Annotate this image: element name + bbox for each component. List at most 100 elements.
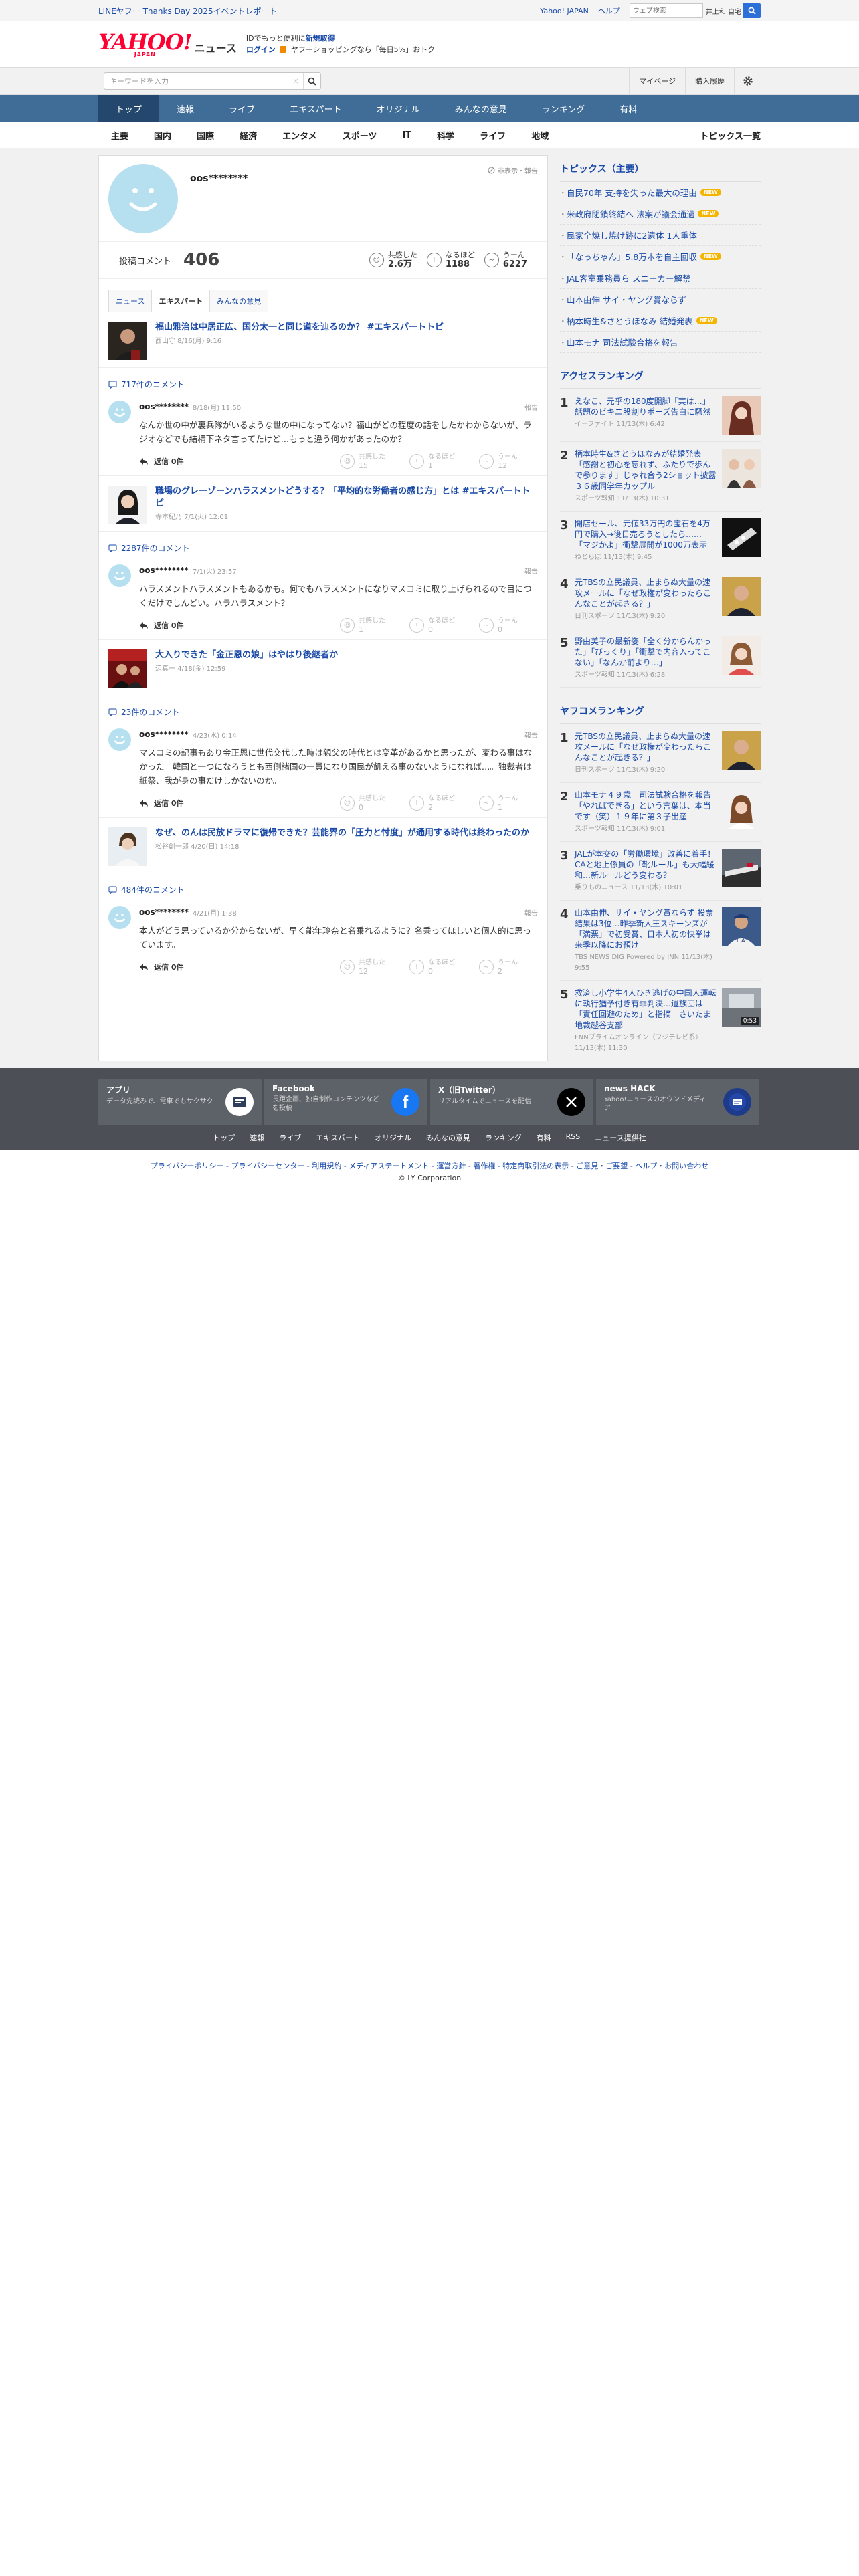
mypage-link[interactable]: マイページ bbox=[629, 68, 685, 94]
legal-link-list[interactable]: プライバシーポリシー - プライバシーセンター - 利用規約 - メディアステー… bbox=[0, 1160, 859, 1172]
settings-button[interactable] bbox=[734, 68, 761, 94]
topic-item[interactable]: 民家全焼し焼け跡に2遺体 1人重体 bbox=[559, 225, 761, 246]
help-link[interactable]: ヘルプ bbox=[598, 5, 620, 16]
footer-x-card[interactable]: X（旧Twitter） リアルタイムでニュースを配信 bbox=[430, 1079, 593, 1125]
comment-count-link[interactable]: 2287件のコメント bbox=[99, 532, 547, 558]
topic-item[interactable]: 自民70年 支持を失った最大の理由NEW bbox=[559, 182, 761, 203]
web-search-input[interactable] bbox=[629, 3, 703, 18]
comment-count-link[interactable]: 23件のコメント bbox=[99, 695, 547, 722]
topic-item[interactable]: JAL客室乗務員ら スニーカー解禁 bbox=[559, 267, 761, 289]
hmm-button[interactable]: ~ うーん 2 bbox=[479, 958, 538, 976]
footer-link-live[interactable]: ライブ bbox=[279, 1132, 301, 1143]
insightful-button[interactable]: ! なるほど 1 bbox=[409, 453, 468, 470]
tab-opinions[interactable]: みんなの意見 bbox=[209, 290, 269, 312]
ranking-item[interactable]: 3 開店セール、元値33万円の宝石を4万円で購入→後日売ろうとしたら……「マジかよ… bbox=[560, 512, 761, 570]
news-search-button[interactable] bbox=[303, 73, 320, 89]
category-it[interactable]: IT bbox=[389, 130, 424, 140]
article-title[interactable]: 職場のグレーゾーンハラスメントどうする？「平均的な労働者の感じ方」とは #エキス… bbox=[155, 486, 538, 510]
ranking-item[interactable]: 5 野由美子の最新姿「全く分からんかった」「びっくり」「衝撃で内容入ってこない」「… bbox=[560, 629, 761, 688]
report-link[interactable]: 報告 bbox=[524, 402, 538, 412]
article-title[interactable]: 福山雅治は中居正広、国分太一と同じ道を辿るのか？ #エキスパートトピ bbox=[155, 322, 444, 334]
category-life[interactable]: ライフ bbox=[467, 129, 518, 142]
footer-link-ranking[interactable]: ランキング bbox=[485, 1132, 522, 1143]
web-search-button[interactable] bbox=[743, 3, 761, 18]
news-search-input[interactable]: キーワードを入力 bbox=[104, 76, 292, 86]
event-promo-link[interactable]: LINEヤフー Thanks Day 2025イベントレポート bbox=[98, 5, 278, 17]
article-item[interactable]: 職場のグレーゾーンハラスメントどうする？「平均的な労働者の感じ方」とは #エキス… bbox=[99, 476, 547, 532]
ranking-item[interactable]: 4 山本由伸、サイ・ヤング賞ならず 投票結果は3位…昨季新人王スキーンズが「満票」… bbox=[560, 901, 761, 981]
comment-user[interactable]: oos******** bbox=[139, 730, 189, 739]
hmm-button[interactable]: ~ うーん 1 bbox=[479, 794, 538, 812]
category-main[interactable]: 主要 bbox=[98, 129, 141, 142]
hide-report-link[interactable]: 非表示・報告 bbox=[488, 165, 538, 175]
category-sports[interactable]: スポーツ bbox=[330, 129, 390, 142]
report-link[interactable]: 報告 bbox=[524, 907, 538, 918]
footer-facebook-card[interactable]: Facebook 長距企画、独自制作コンテンツなどを投稿 f bbox=[264, 1079, 427, 1125]
reply-button[interactable]: 返信 0件 bbox=[139, 456, 183, 467]
insightful-button[interactable]: ! なるほど 0 bbox=[409, 958, 468, 976]
topic-item[interactable]: 「なっちゃん」5.8万本を自主回収NEW bbox=[559, 246, 761, 267]
footer-link-paid[interactable]: 有料 bbox=[537, 1132, 551, 1143]
category-science[interactable]: 科学 bbox=[424, 129, 467, 142]
topic-item[interactable]: 山本由伸 サイ・ヤング賞ならず bbox=[559, 289, 761, 310]
purchase-history-link[interactable]: 購入履歴 bbox=[685, 68, 734, 94]
shopping-promo-link[interactable]: ヤフーショッピングなら「毎日5%」おトク bbox=[291, 45, 435, 54]
reply-button[interactable]: 返信 0件 bbox=[139, 620, 183, 631]
report-link[interactable]: 報告 bbox=[524, 730, 538, 740]
insightful-button[interactable]: ! なるほど 0 bbox=[409, 617, 468, 634]
ranking-item[interactable]: 2 山本モナ４９歳 司法試験合格を報告「やればできる」という言葉は、本当です（笑）… bbox=[560, 783, 761, 842]
nav-paid[interactable]: 有料 bbox=[602, 95, 654, 122]
nav-opinions[interactable]: みんなの意見 bbox=[438, 95, 524, 122]
reply-button[interactable]: 返信 0件 bbox=[139, 962, 183, 972]
yahoo-japan-link[interactable]: Yahoo! JAPAN bbox=[540, 7, 589, 15]
footer-link-original[interactable]: オリジナル bbox=[375, 1132, 411, 1143]
empathy-button[interactable]: ☺ 共感した 0 bbox=[340, 794, 399, 812]
nav-flash[interactable]: 速報 bbox=[159, 95, 211, 122]
category-domestic[interactable]: 国内 bbox=[141, 129, 184, 142]
article-title[interactable]: 大入りできた「金正恩の娘」はやはり後継者か bbox=[155, 649, 338, 661]
empathy-button[interactable]: ☺ 共感した 15 bbox=[340, 453, 399, 470]
reply-button[interactable]: 返信 0件 bbox=[139, 798, 183, 809]
article-item[interactable]: 福山雅治は中居正広、国分太一と同じ道を辿るのか？ #エキスパートトピ 西山守 8/… bbox=[99, 312, 547, 368]
footer-link-providers[interactable]: ニュース提供社 bbox=[595, 1132, 646, 1143]
tab-news[interactable]: ニュース bbox=[108, 290, 153, 312]
footer-link-expert[interactable]: エキスパート bbox=[316, 1132, 360, 1143]
ranking-item[interactable]: 2 柄本時生&さとうほなみが結婚発表「感謝と初心を忘れず、ふたりで歩んで参ります」… bbox=[560, 442, 761, 512]
topics-list-link[interactable]: トピックス一覧 bbox=[687, 129, 761, 142]
yahoo-news-logo[interactable]: YAHOO! JAPAN ニュース bbox=[98, 31, 237, 58]
clear-icon[interactable]: × bbox=[292, 76, 299, 86]
category-business[interactable]: 経済 bbox=[227, 129, 270, 142]
nav-live[interactable]: ライブ bbox=[211, 95, 272, 122]
empathy-button[interactable]: ☺ 共感した 1 bbox=[340, 617, 399, 634]
nav-top[interactable]: トップ bbox=[98, 95, 160, 122]
footer-link-top[interactable]: トップ bbox=[213, 1132, 235, 1143]
category-local[interactable]: 地域 bbox=[518, 129, 561, 142]
hmm-button[interactable]: ~ うーん 12 bbox=[479, 453, 538, 470]
comment-user[interactable]: oos******** bbox=[139, 402, 189, 411]
ranking-item[interactable]: 1 えなこ、元乎の180度開脚「実は…」話題のビキニ股割りポーズ告白に騒然 イーファ… bbox=[560, 389, 761, 442]
ranking-item[interactable]: 4 元TBSの立民議員、止まらぬ大量の速攻メールに「なぜ政権が変わったらこんなこと… bbox=[560, 570, 761, 629]
nav-ranking[interactable]: ランキング bbox=[524, 95, 603, 122]
category-entertainment[interactable]: エンタメ bbox=[270, 129, 330, 142]
login-link[interactable]: ログイン bbox=[246, 45, 276, 54]
report-link[interactable]: 報告 bbox=[524, 566, 538, 576]
footer-link-opinions[interactable]: みんなの意見 bbox=[426, 1132, 470, 1143]
comment-count-link[interactable]: 717件のコメント bbox=[99, 368, 547, 394]
nav-expert[interactable]: エキスパート bbox=[272, 95, 359, 122]
footer-app-card[interactable]: アプリ データ先読みで、電車でもサクサク bbox=[98, 1079, 262, 1125]
category-world[interactable]: 国際 bbox=[184, 129, 227, 142]
article-title[interactable]: なぜ、のんは民放ドラマに復帰できた？芸能界の「圧力と忖度」が通用する時代は終わっ… bbox=[155, 827, 529, 839]
insightful-button[interactable]: ! なるほど 2 bbox=[409, 794, 468, 812]
topic-item[interactable]: 柄本時生&さとうほなみ 結婚発表NEW bbox=[559, 310, 761, 332]
tab-expert[interactable]: エキスパート bbox=[151, 290, 211, 312]
ranking-item[interactable]: 5 救済し小学生4人ひき逃げの中国人運転に執行猶予付き有罪判決…遺族団は「責任回避… bbox=[560, 981, 761, 1061]
comment-count-link[interactable]: 484件のコメント bbox=[99, 873, 547, 899]
nav-original[interactable]: オリジナル bbox=[359, 95, 438, 122]
footer-newshack-card[interactable]: news HACK Yahoo!ニュースのオウンドメディア bbox=[596, 1079, 759, 1125]
empathy-button[interactable]: ☺ 共感した 12 bbox=[340, 958, 399, 976]
topic-item[interactable]: 米政府閉鎖終結へ 法案が議会通過NEW bbox=[559, 203, 761, 225]
hmm-button[interactable]: ~ うーん 0 bbox=[479, 617, 538, 634]
comment-user[interactable]: oos******** bbox=[139, 566, 189, 575]
article-item[interactable]: 大入りできた「金正恩の娘」はやはり後継者か 辺真一 4/18(金) 12:59 bbox=[99, 640, 547, 695]
ranking-item[interactable]: 1 元TBSの立民議員、止まらぬ大量の速攻メールに「なぜ政権が変わったらこんなこと… bbox=[560, 724, 761, 783]
